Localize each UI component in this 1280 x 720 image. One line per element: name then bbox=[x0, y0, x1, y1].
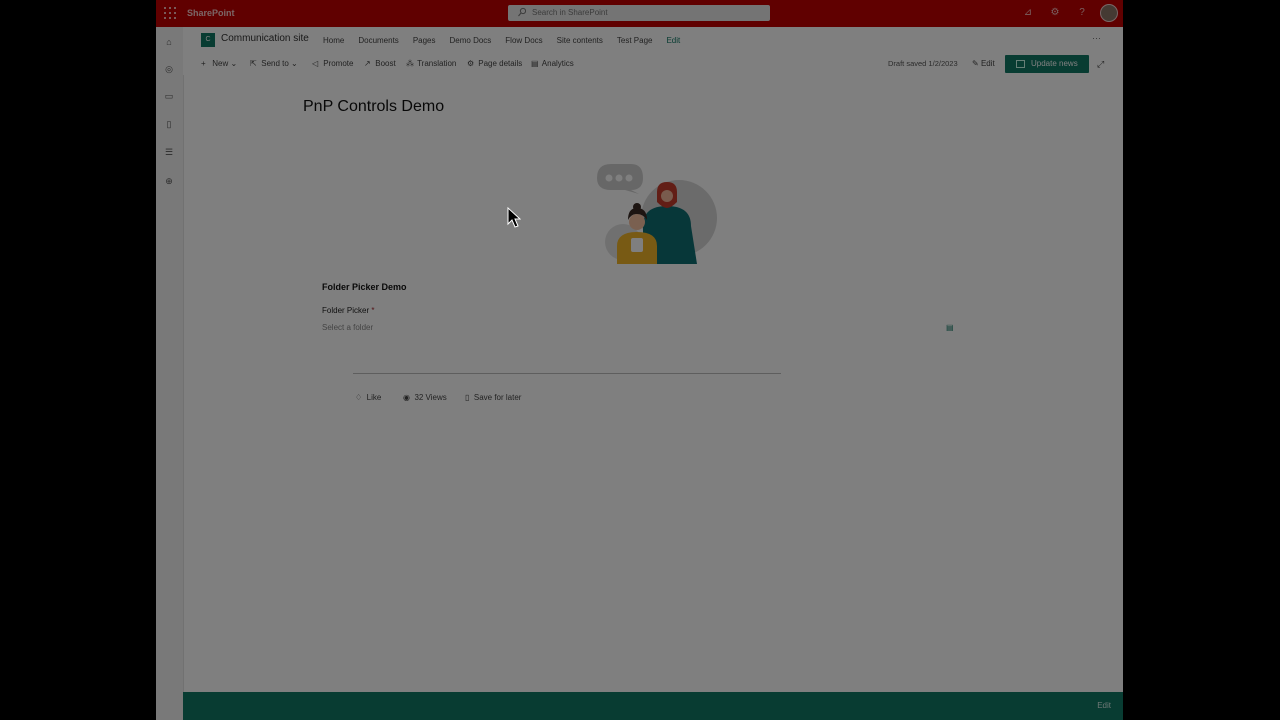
chevron-down-icon: ⌄ bbox=[230, 59, 238, 68]
site-navigation: Home Documents Pages Demo Docs Flow Docs… bbox=[323, 36, 694, 45]
search-icon bbox=[518, 7, 526, 17]
new-label: New bbox=[212, 59, 229, 68]
suite-bar: SharePoint Search in SharePoint ⊿ ⚙ ? bbox=[156, 0, 1123, 27]
thumbs-up-icon: ♢ bbox=[355, 393, 363, 402]
like-label: Like bbox=[366, 393, 382, 402]
plus-icon: + bbox=[201, 59, 206, 68]
page-title: PnP Controls Demo bbox=[303, 98, 445, 115]
search-box[interactable]: Search in SharePoint bbox=[508, 5, 770, 21]
nav-test-page[interactable]: Test Page bbox=[617, 36, 653, 45]
help-icon[interactable]: ? bbox=[1076, 7, 1088, 19]
like-button[interactable]: ♢ Like bbox=[355, 393, 381, 402]
analytics-label: Analytics bbox=[541, 59, 574, 68]
webpart-title: Folder Picker Demo bbox=[322, 282, 407, 292]
nav-pages[interactable]: Pages bbox=[413, 36, 436, 45]
list-icon[interactable]: ☰ bbox=[164, 147, 174, 157]
people-illustration-icon bbox=[597, 164, 717, 264]
eye-icon: ◉ bbox=[403, 393, 410, 402]
folder-picker-label-text: Folder Picker bbox=[322, 306, 370, 315]
settings-icon: ⚙ bbox=[467, 59, 475, 68]
nav-site-contents[interactable]: Site contents bbox=[557, 36, 603, 45]
site-header: C Communication site Home Documents Page… bbox=[183, 27, 1123, 53]
views-count: ◉ 32 Views bbox=[403, 393, 447, 402]
draft-status: Draft saved 1/2/2023 bbox=[888, 59, 958, 68]
translation-button[interactable]: ⁂ Translation bbox=[406, 59, 456, 68]
rocket-icon: ↗ bbox=[364, 59, 371, 68]
save-for-later-button[interactable]: ▯ Save for later bbox=[465, 393, 521, 402]
boost-label: Boost bbox=[375, 59, 396, 68]
app-name[interactable]: SharePoint bbox=[187, 8, 235, 18]
folder-browse-icon[interactable]: ▤ bbox=[946, 323, 958, 333]
more-options-icon[interactable]: ··· bbox=[1092, 33, 1101, 43]
megaphone-icon: ◁ bbox=[312, 59, 319, 68]
folder-picker-input[interactable]: Select a folder bbox=[322, 323, 373, 332]
megaphone-icon[interactable]: ⊿ bbox=[1022, 7, 1034, 19]
send-to-label: Send to bbox=[261, 59, 289, 68]
share-icon: ⇱ bbox=[250, 59, 257, 68]
book-icon bbox=[1016, 60, 1025, 68]
add-circle-icon[interactable]: ⊕ bbox=[164, 176, 174, 186]
folder-picker-label: Folder Picker * bbox=[322, 306, 374, 315]
divider bbox=[353, 373, 781, 374]
site-title[interactable]: Communication site bbox=[221, 33, 309, 44]
update-news-label: Update news bbox=[1031, 59, 1078, 68]
analytics-button[interactable]: ▤ Analytics bbox=[531, 59, 574, 68]
mouse-cursor-icon bbox=[507, 207, 521, 228]
news-icon[interactable]: ▭ bbox=[164, 91, 174, 101]
edit-button[interactable]: ✎ Edit bbox=[972, 59, 995, 68]
save-for-later-label: Save for later bbox=[473, 393, 522, 402]
gear-icon[interactable]: ⚙ bbox=[1049, 7, 1061, 19]
translate-icon: ⁂ bbox=[406, 59, 414, 68]
bookmark-icon: ▯ bbox=[465, 393, 470, 402]
views-label: 32 Views bbox=[414, 393, 447, 402]
chart-icon: ▤ bbox=[531, 59, 539, 68]
boost-button[interactable]: ↗ Boost bbox=[364, 59, 396, 68]
page-details-label: Page details bbox=[478, 59, 523, 68]
site-logo[interactable]: C bbox=[201, 33, 215, 47]
translation-label: Translation bbox=[417, 59, 457, 68]
app-bar: ⌂ ◎ ▭ ▯ ☰ ⊕ bbox=[156, 27, 184, 720]
search-placeholder: Search in SharePoint bbox=[532, 8, 608, 17]
update-news-button[interactable]: Update news bbox=[1005, 55, 1089, 73]
globe-icon[interactable]: ◎ bbox=[164, 64, 174, 74]
chevron-down-icon: ⌄ bbox=[291, 59, 298, 68]
nav-demo-docs[interactable]: Demo Docs bbox=[450, 36, 492, 45]
promote-label: Promote bbox=[323, 59, 354, 68]
home-icon[interactable]: ⌂ bbox=[164, 37, 174, 47]
pencil-icon: ✎ bbox=[972, 59, 979, 68]
edit-label: Edit bbox=[980, 59, 995, 68]
send-to-button[interactable]: ⇱ Send to ⌄ bbox=[250, 59, 298, 68]
promote-button[interactable]: ◁ Promote bbox=[312, 59, 353, 68]
nav-flow-docs[interactable]: Flow Docs bbox=[505, 36, 542, 45]
nav-documents[interactable]: Documents bbox=[358, 36, 398, 45]
expand-icon[interactable]: ⤢ bbox=[1097, 59, 1104, 70]
app-launcher-icon[interactable] bbox=[164, 7, 176, 19]
browser-page: SharePoint Search in SharePoint ⊿ ⚙ ? ⌂ … bbox=[156, 0, 1123, 720]
new-button[interactable]: + New ⌄ bbox=[201, 59, 237, 68]
page-details-button[interactable]: ⚙ Page details bbox=[467, 59, 522, 68]
required-indicator: * bbox=[371, 306, 375, 315]
bottom-bar: Edit bbox=[183, 692, 1123, 720]
bottom-bar-edit[interactable]: Edit bbox=[1097, 701, 1111, 710]
command-bar: + New ⌄ ⇱ Send to ⌄ ◁ Promote ↗ Boost ⁂ … bbox=[183, 53, 1123, 75]
avatar[interactable] bbox=[1100, 4, 1118, 22]
file-icon[interactable]: ▯ bbox=[164, 119, 174, 129]
nav-edit-link[interactable]: Edit bbox=[666, 36, 680, 45]
nav-home[interactable]: Home bbox=[323, 36, 344, 45]
